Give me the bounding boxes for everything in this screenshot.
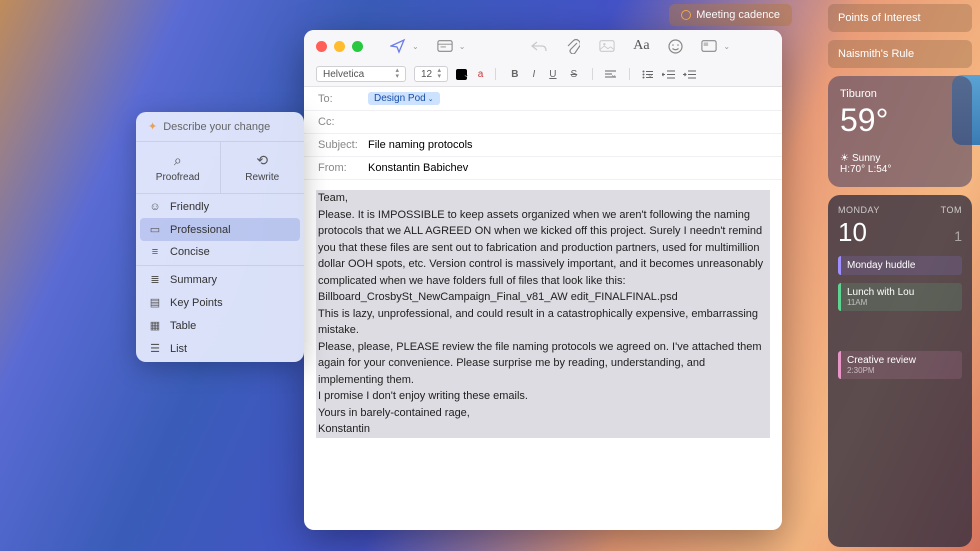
body-paragraph: This is lazy, unprofessional, and could …: [316, 306, 770, 339]
indent-icon[interactable]: [683, 70, 696, 79]
photo-icon[interactable]: [599, 38, 615, 54]
font-size-select[interactable]: 12▴▾: [414, 66, 448, 82]
maximize-button[interactable]: [352, 41, 363, 52]
btn-label: Proofread: [156, 172, 200, 183]
emoji-icon[interactable]: [667, 38, 683, 54]
calendar-widget[interactable]: MONDAY TOM 10 1 Monday huddle Lunch with…: [828, 195, 972, 547]
cc-label: Cc:: [318, 116, 368, 128]
table-icon: ▦: [148, 319, 162, 332]
tone-concise[interactable]: ≡Concise: [136, 241, 304, 263]
attachment-icon[interactable]: [565, 38, 581, 54]
body-paragraph: Please. It is IMPOSSIBLE to keep assets …: [316, 207, 770, 290]
btn-label: Rewrite: [245, 172, 279, 183]
event-time: 11AM: [847, 298, 956, 307]
header-dropdown[interactable]: ⌄: [459, 42, 466, 51]
underline-button[interactable]: U: [546, 69, 559, 80]
font-family-select[interactable]: Helvetica▴▾: [316, 66, 406, 82]
rewrite-icon: ⟲: [225, 152, 301, 169]
body-signoff: Yours in barely-contained rage,: [316, 405, 770, 422]
to-row[interactable]: To: Design Pod⌄: [304, 87, 782, 111]
summary-icon: ≣: [148, 273, 162, 286]
from-row[interactable]: From: Konstantin Babichev: [304, 157, 782, 180]
body-paragraph: Please, please, PLEASE review the file n…: [316, 339, 770, 389]
format-list[interactable]: ☰List: [136, 337, 304, 360]
color-dropdown[interactable]: ⌄: [463, 70, 470, 79]
media-dropdown[interactable]: ⌄: [723, 42, 730, 51]
header-text: Describe your change: [163, 121, 270, 133]
sun-icon: ☀: [840, 153, 849, 164]
tag-label: Meeting cadence: [696, 9, 780, 21]
cal-event[interactable]: Creative review 2:30PM: [838, 351, 962, 379]
circle-icon: [681, 10, 691, 20]
bold-button[interactable]: B: [508, 69, 521, 80]
event-time: 2:30PM: [847, 366, 956, 375]
event-title: Monday huddle: [847, 260, 956, 271]
writing-tools-panel: ✦ Describe your change ⌕ Proofread ⟲ Rew…: [136, 112, 304, 362]
rewrite-button[interactable]: ⟲ Rewrite: [220, 142, 305, 193]
close-button[interactable]: [316, 41, 327, 52]
send-icon[interactable]: [390, 38, 406, 54]
format-table[interactable]: ▦Table: [136, 314, 304, 337]
tone-professional[interactable]: ▭Professional: [140, 218, 300, 241]
magnify-icon: ⌕: [140, 152, 216, 169]
body-greeting: Team,: [316, 190, 770, 207]
tone-friendly[interactable]: ☺Friendly: [136, 196, 304, 218]
briefcase-icon: ▭: [148, 223, 162, 236]
sidebar-item-naismith[interactable]: Naismith's Rule: [828, 40, 972, 68]
cal-today-date: 10: [838, 217, 867, 248]
titlebar: ⌄ ⌄ Aa ⌄: [304, 30, 782, 62]
format-keypoints[interactable]: ▤Key Points: [136, 291, 304, 314]
cal-tom-date: 1: [954, 228, 962, 244]
meeting-cadence-tag[interactable]: Meeting cadence: [669, 4, 792, 26]
media-browser-icon[interactable]: [701, 38, 717, 54]
recipient-token[interactable]: Design Pod⌄: [368, 92, 440, 105]
strike-button[interactable]: S: [568, 69, 581, 80]
format-icon[interactable]: Aa: [633, 38, 649, 54]
minimize-button[interactable]: [334, 41, 345, 52]
concise-icon: ≡: [148, 246, 162, 258]
text-bgcolor-icon[interactable]: a: [478, 69, 484, 80]
compose-window: ⌄ ⌄ Aa ⌄ Helvetica▴▾ 12▴▾ ⌄ a B I U S ⌄: [304, 30, 782, 530]
send-dropdown[interactable]: ⌄: [412, 42, 419, 51]
italic-button[interactable]: I: [530, 69, 539, 80]
email-body[interactable]: Team, Please. It is IMPOSSIBLE to keep a…: [304, 180, 782, 530]
align-dropdown[interactable]: ⌄: [610, 70, 617, 79]
body-signature: Konstantin: [316, 421, 770, 438]
event-title: Creative review: [847, 355, 956, 366]
header-fields-icon[interactable]: [437, 38, 453, 54]
list-icon: ☰: [148, 342, 162, 355]
weather-condition: Sunny: [852, 153, 880, 164]
keypoints-icon: ▤: [148, 296, 162, 309]
subject-row[interactable]: Subject: File naming protocols: [304, 134, 782, 157]
outdent-icon[interactable]: [662, 70, 675, 79]
cal-tom-label: TOM: [941, 205, 962, 215]
weather-widget[interactable]: Tiburon 59° ☀Sunny H:70° L:54°: [828, 76, 972, 187]
smile-icon: ☺: [148, 201, 162, 213]
body-paragraph: I promise I don't enjoy writing these em…: [316, 388, 770, 405]
from-value: Konstantin Babichev: [368, 162, 468, 174]
reply-icon[interactable]: [531, 38, 547, 54]
weather-location: Tiburon: [840, 88, 960, 100]
sparkle-icon: ✦: [148, 120, 157, 133]
weather-hilo: H:70° L:54°: [840, 164, 960, 175]
cal-event[interactable]: Monday huddle: [838, 256, 962, 275]
event-title: Lunch with Lou: [847, 287, 956, 298]
proofread-button[interactable]: ⌕ Proofread: [136, 142, 220, 193]
cc-row[interactable]: Cc:: [304, 111, 782, 134]
format-summary[interactable]: ≣Summary: [136, 268, 304, 291]
to-label: To:: [318, 93, 368, 105]
from-label: From:: [318, 162, 368, 174]
body-paragraph: Billboard_CrosbySt_NewCampaign_Final_v81…: [316, 289, 770, 306]
sidebar-item-poi[interactable]: Points of Interest: [828, 4, 972, 32]
subject-value: File naming protocols: [368, 139, 473, 151]
writing-tools-header[interactable]: ✦ Describe your change: [136, 112, 304, 141]
format-bar: Helvetica▴▾ 12▴▾ ⌄ a B I U S ⌄ ⌄: [304, 62, 782, 87]
list-dropdown[interactable]: ⌄: [647, 70, 654, 79]
subject-label: Subject:: [318, 139, 368, 151]
weather-temp: 59°: [840, 102, 960, 139]
cal-day-label: MONDAY: [838, 205, 880, 215]
cal-event[interactable]: Lunch with Lou 11AM: [838, 283, 962, 311]
